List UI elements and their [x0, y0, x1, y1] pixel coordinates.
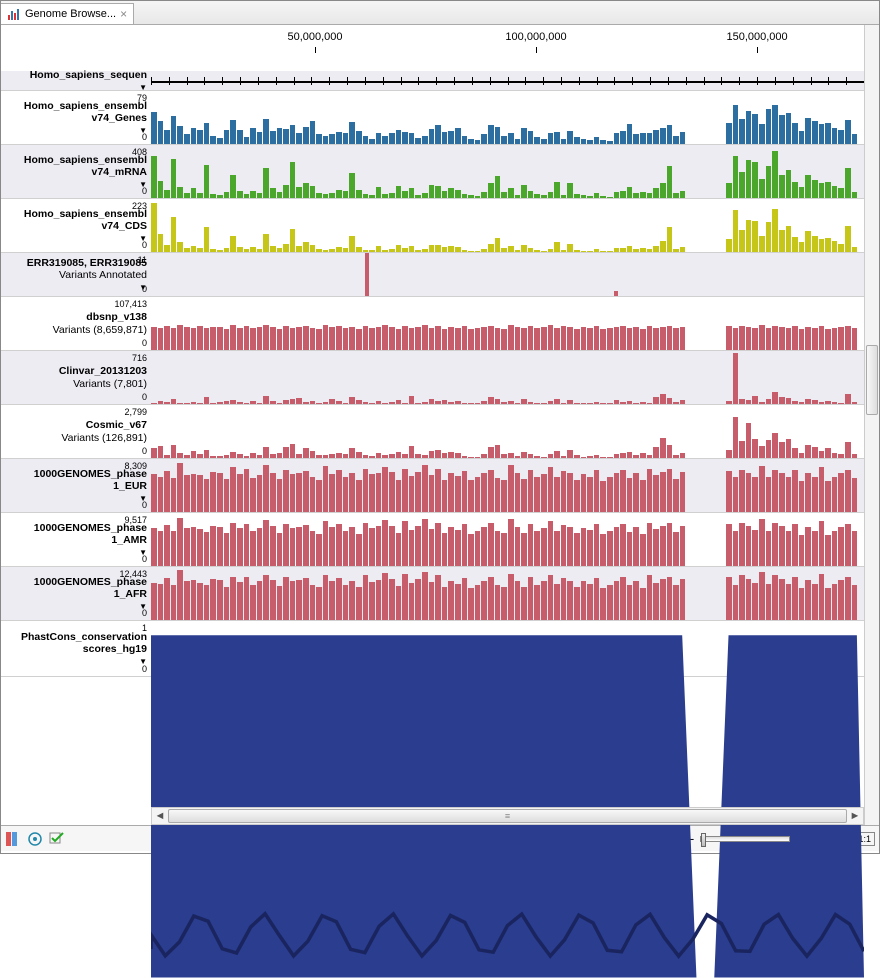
track-phast[interactable]: 1PhastCons_conservationscores_hg19▼0 [1, 621, 864, 677]
scrollbar-vertical[interactable] [864, 25, 879, 825]
tab-title: Genome Browse... [25, 8, 116, 20]
zoom-slider[interactable] [700, 836, 790, 842]
track-body[interactable] [151, 405, 864, 458]
scrollbar-thumb-v[interactable] [866, 345, 878, 415]
track-label[interactable]: 1PhastCons_conservationscores_hg19▼0 [1, 621, 151, 676]
track-err[interactable]: 11ERR319085, ERR319085Variants Annotated… [1, 253, 864, 297]
track-label[interactable]: 223Homo_sapiens_ensemblv74_CDS▼0 [1, 199, 151, 252]
track-body[interactable] [151, 253, 864, 296]
track-clinvar[interactable]: 716Clinvar_20131203Variants (7,801)0 [1, 351, 864, 405]
track-label[interactable]: 2,799Cosmic_v67Variants (126,891)0 [1, 405, 151, 458]
ruler-label: 150,000,000 [726, 31, 787, 43]
scroll-left-icon[interactable]: ◄ [152, 810, 168, 822]
chevron-down-icon[interactable]: ▼ [3, 283, 147, 292]
chevron-down-icon[interactable]: ▼ [3, 602, 147, 611]
track-eur[interactable]: 8,3091000GENOMES_phase1_EUR▼0 [1, 459, 864, 513]
close-icon[interactable]: × [120, 7, 127, 21]
chevron-down-icon[interactable]: ▼ [3, 494, 147, 503]
track-label[interactable]: 107,413dbsnp_v138Variants (8,659,871)0 [1, 297, 151, 350]
track-body[interactable] [151, 71, 864, 90]
tab-genome-browser[interactable]: Genome Browse... × [1, 3, 134, 24]
track-body[interactable] [151, 567, 864, 620]
track-cosmic[interactable]: 2,799Cosmic_v67Variants (126,891)0 [1, 405, 864, 459]
track-label[interactable]: 716Clinvar_20131203Variants (7,801)0 [1, 351, 151, 404]
track-label[interactable]: 408Homo_sapiens_ensemblv74_mRNA▼0 [1, 145, 151, 198]
track-label[interactable]: 9,5171000GENOMES_phase1_AMR▼0 [1, 513, 151, 566]
track-body[interactable] [151, 351, 864, 404]
track-body[interactable] [151, 199, 864, 252]
track-mrna[interactable]: 408Homo_sapiens_ensemblv74_mRNA▼0 [1, 145, 864, 199]
tab-bar: Genome Browse... × [1, 1, 879, 25]
scrollbar-thumb[interactable]: ≡ [168, 809, 847, 823]
chevron-down-icon[interactable]: ▼ [3, 180, 147, 189]
track-label[interactable]: 8,3091000GENOMES_phase1_EUR▼0 [1, 459, 151, 512]
browser-viewport: 50,000,000 100,000,000 150,000,000 Homo_sa… [1, 25, 879, 825]
chevron-down-icon[interactable]: ▼ [3, 657, 147, 666]
chevron-down-icon[interactable]: ▼ [3, 548, 147, 557]
app-icon [7, 7, 21, 21]
ruler-tick [315, 47, 316, 53]
track-dbsnp[interactable]: 107,413dbsnp_v138Variants (8,659,871)0 [1, 297, 864, 351]
bookmark-icon[interactable] [5, 831, 21, 847]
ruler-tick [757, 47, 758, 53]
track-afr[interactable]: 12,4431000GENOMES_phase1_AFR▼0 [1, 567, 864, 621]
filter-check-icon[interactable] [49, 831, 65, 847]
ruler-label: 100,000,000 [505, 31, 566, 43]
target-icon[interactable] [27, 831, 43, 847]
track-body[interactable] [151, 145, 864, 198]
track-amr[interactable]: 9,5171000GENOMES_phase1_AMR▼0 [1, 513, 864, 567]
track-label[interactable]: 79Homo_sapiens_ensemblv74_Genes▼0 [1, 91, 151, 144]
track-body[interactable] [151, 297, 864, 350]
chevron-down-icon[interactable]: ▼ [3, 126, 147, 135]
ruler-tick [536, 47, 537, 53]
zoom-slider-handle[interactable] [701, 833, 706, 847]
track-label[interactable]: 11ERR319085, ERR319085Variants Annotated… [1, 253, 151, 296]
chevron-down-icon[interactable]: ▼ [3, 234, 147, 243]
ruler-label: 50,000,000 [287, 31, 342, 43]
scroll-right-icon[interactable]: ► [847, 810, 863, 822]
track-cds[interactable]: 223Homo_sapiens_ensemblv74_CDS▼0 [1, 199, 864, 253]
track-genes[interactable]: 79Homo_sapiens_ensemblv74_Genes▼0 [1, 91, 864, 145]
scrollbar-horizontal[interactable]: ◄ ≡ ► [151, 807, 864, 825]
track-seq[interactable]: Homo_sapiens_sequen▼ [1, 71, 864, 91]
genomic-ruler[interactable]: 50,000,000 100,000,000 150,000,000 [151, 29, 864, 69]
track-body[interactable] [151, 621, 864, 676]
track-body[interactable] [151, 91, 864, 144]
track-label[interactable]: 12,4431000GENOMES_phase1_AFR▼0 [1, 567, 151, 620]
track-body[interactable] [151, 459, 864, 512]
track-label[interactable]: Homo_sapiens_sequen▼ [1, 71, 151, 90]
track-body[interactable] [151, 513, 864, 566]
